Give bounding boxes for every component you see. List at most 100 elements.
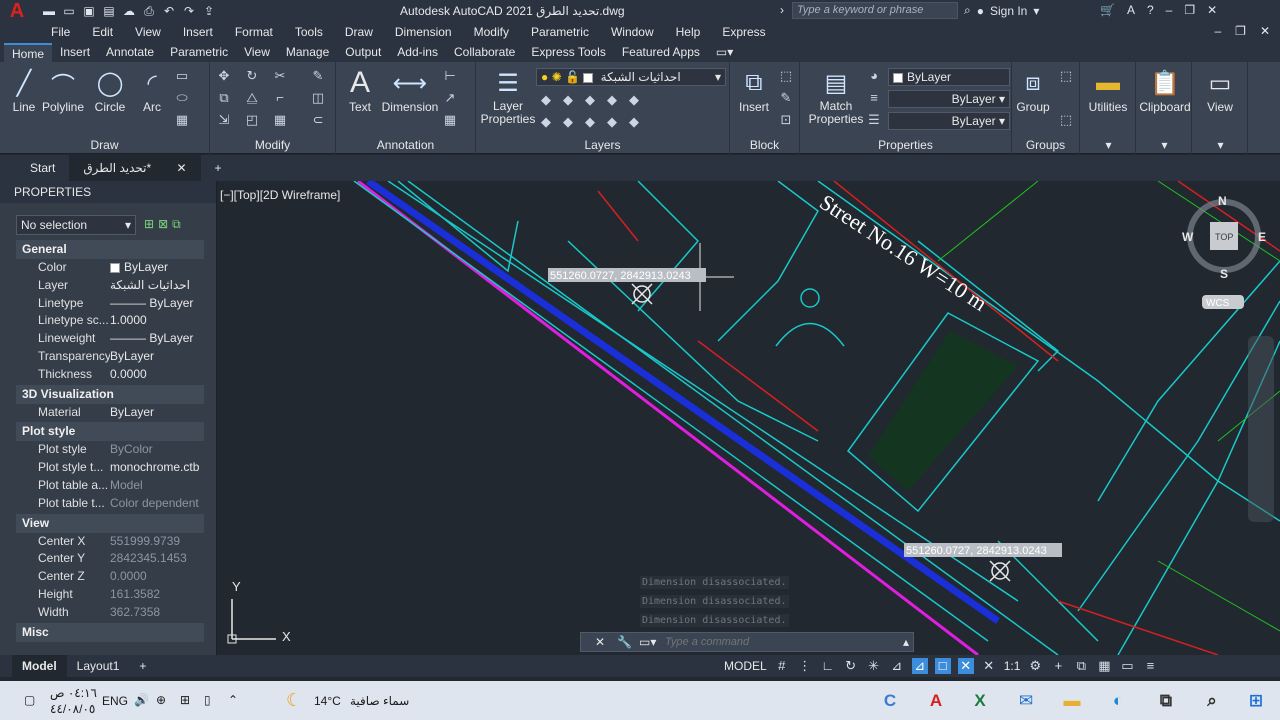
- tab-parametric[interactable]: Parametric: [162, 43, 236, 62]
- tab-insert[interactable]: Insert: [52, 43, 98, 62]
- modify-panel-title[interactable]: Modify: [210, 138, 335, 152]
- lineweight-icon[interactable]: ≡: [866, 90, 882, 106]
- object-snap-icon[interactable]: ⊿: [889, 658, 905, 674]
- tab-collaborate[interactable]: Collaborate: [446, 43, 523, 62]
- weather-text[interactable]: سماء صافية: [350, 694, 409, 708]
- property-row[interactable]: Height 161.3582: [16, 586, 204, 604]
- menu-help[interactable]: Help: [665, 22, 712, 42]
- windows-start-icon[interactable]: ⊞: [1244, 689, 1268, 713]
- property-row[interactable]: Center Z 0.0000: [16, 568, 204, 586]
- ellipse-icon[interactable]: ⬭: [174, 90, 190, 106]
- menu-modify[interactable]: Modify: [463, 22, 520, 42]
- command-input[interactable]: [665, 634, 905, 650]
- rectangle-icon[interactable]: ▭: [174, 68, 190, 84]
- array-icon[interactable]: ▦: [272, 112, 288, 128]
- circle-button[interactable]: ◯ Circle: [86, 66, 134, 115]
- menu-window[interactable]: Window: [600, 22, 665, 42]
- minimize-icon[interactable]: –: [1166, 3, 1173, 17]
- property-row[interactable]: Plot style ByColor: [16, 441, 204, 459]
- chevron-down-icon[interactable]: ▾: [1194, 138, 1247, 152]
- search-icon[interactable]: ⌕: [1200, 689, 1224, 713]
- layer-tool-icon[interactable]: ◆: [626, 92, 642, 108]
- stretch-icon[interactable]: ⇲: [216, 112, 232, 128]
- close-command-icon[interactable]: ✕: [595, 635, 605, 649]
- annotation-panel-title[interactable]: Annotation: [336, 138, 475, 152]
- desktop-icon[interactable]: ▢: [24, 693, 35, 707]
- menu-format[interactable]: Format: [224, 22, 284, 42]
- tab-home[interactable]: Home: [4, 43, 53, 62]
- insert-button[interactable]: ⧉ Insert: [730, 66, 778, 114]
- save-icon[interactable]: ▣: [82, 4, 96, 18]
- task-view-icon[interactable]: ⧉: [1154, 689, 1178, 713]
- selection-cycling-icon[interactable]: □: [934, 658, 951, 674]
- layer-tool-icon[interactable]: ◆: [538, 114, 554, 130]
- view-button[interactable]: ▭ View: [1194, 66, 1246, 115]
- property-row[interactable]: Plot table t... Color dependent: [16, 495, 204, 513]
- layer-tool-icon[interactable]: ◆: [604, 114, 620, 130]
- recent-commands-icon[interactable]: ▭▾: [639, 635, 656, 649]
- workspace-gear-icon[interactable]: ⚙: [1027, 658, 1043, 674]
- menu-dimension[interactable]: Dimension: [384, 22, 463, 42]
- chevron-up-icon[interactable]: ▴: [903, 635, 909, 649]
- draw-panel-title[interactable]: Draw: [0, 138, 209, 152]
- chevron-right-icon[interactable]: ›: [780, 3, 784, 17]
- model-space-toggle[interactable]: MODEL: [724, 659, 767, 673]
- tab-express-tools[interactable]: Express Tools: [523, 43, 613, 62]
- group-button[interactable]: ⧈ Group: [1012, 66, 1054, 114]
- explode-icon[interactable]: ◫: [310, 90, 326, 106]
- linetype-dropdown[interactable]: ByLayer ▾: [888, 90, 1010, 108]
- arc-button[interactable]: ◜ Arc: [128, 66, 176, 115]
- lineweight-dropdown[interactable]: ByLayer ▾: [888, 112, 1010, 130]
- property-row[interactable]: Layer احداثيات الشبكة: [16, 277, 204, 295]
- clock-date[interactable]: ٤٤/٠٨/٠٥: [50, 702, 95, 716]
- restore-icon[interactable]: ❐: [1184, 3, 1195, 17]
- layer-dropdown[interactable]: ● ✺ 🔓 احداثيات الشبكة ▾: [536, 68, 726, 86]
- tab-add-ins[interactable]: Add-ins: [389, 43, 446, 62]
- property-row[interactable]: Linetype sc... 1.0000: [16, 312, 204, 330]
- ortho-icon[interactable]: ∟: [820, 658, 836, 674]
- language-indicator[interactable]: ENG: [102, 694, 128, 708]
- property-row[interactable]: Linetype ——— ByLayer: [16, 295, 204, 313]
- folder-icon[interactable]: ▭: [62, 4, 76, 18]
- block-panel-title[interactable]: Block: [730, 138, 799, 152]
- menu-file[interactable]: File: [40, 22, 81, 42]
- new-layout-icon[interactable]: +: [129, 655, 156, 677]
- tab-output[interactable]: Output: [337, 43, 389, 62]
- property-row[interactable]: Thickness 0.0000: [16, 366, 204, 384]
- chevron-down-icon[interactable]: ▾: [1082, 138, 1135, 152]
- add-icon[interactable]: +: [1050, 658, 1066, 674]
- create-block-icon[interactable]: ⬚: [778, 68, 794, 84]
- cart-icon[interactable]: 🛒: [1100, 3, 1115, 17]
- share-icon[interactable]: ⇪: [202, 4, 216, 18]
- tab-drawing[interactable]: تحديد الطرق* ✕: [69, 155, 201, 181]
- scale-icon[interactable]: ◰: [244, 112, 260, 128]
- layer-tool-icon[interactable]: ◆: [560, 92, 576, 108]
- trim-icon[interactable]: ✂: [272, 68, 288, 84]
- tab-model[interactable]: Model: [12, 655, 67, 677]
- edge-icon[interactable]: ◐: [1106, 689, 1130, 713]
- clock-time[interactable]: ٠٤:١٦ ص: [50, 686, 97, 700]
- property-row[interactable]: Center X 551999.9739: [16, 533, 204, 551]
- property-row[interactable]: Center Y 2842345.1453: [16, 550, 204, 568]
- clipboard-button[interactable]: 📋 Clipboard: [1138, 66, 1192, 115]
- chevron-up-icon[interactable]: ⌃: [228, 693, 238, 707]
- property-row[interactable]: Plot table a... Model: [16, 477, 204, 495]
- app-icon[interactable]: C: [878, 689, 902, 713]
- groups-panel-title[interactable]: Groups: [1012, 138, 1079, 152]
- layer-tool-icon[interactable]: ◆: [604, 92, 620, 108]
- ime-icon[interactable]: ⊞: [180, 693, 190, 707]
- mirror-icon[interactable]: ⧋: [244, 90, 260, 106]
- doc-minimize-icon[interactable]: –: [1214, 24, 1221, 38]
- table-icon[interactable]: ▦: [442, 112, 458, 128]
- close-tab-icon[interactable]: ✕: [176, 161, 186, 175]
- layers-panel-title[interactable]: Layers: [476, 138, 729, 152]
- autocad-taskbar-icon[interactable]: A: [924, 689, 948, 713]
- hardware-accel-icon[interactable]: ▦: [1096, 658, 1112, 674]
- mail-icon[interactable]: ✉: [1014, 689, 1038, 713]
- leader-icon[interactable]: ↗: [442, 90, 458, 106]
- grid-icon[interactable]: #: [774, 658, 790, 674]
- property-row[interactable]: Color ByLayer: [16, 259, 204, 277]
- scale-dropdown[interactable]: 1:1: [1004, 659, 1021, 673]
- tab-annotate[interactable]: Annotate: [98, 43, 162, 62]
- utilities-button[interactable]: ▬ Utilities: [1082, 66, 1134, 114]
